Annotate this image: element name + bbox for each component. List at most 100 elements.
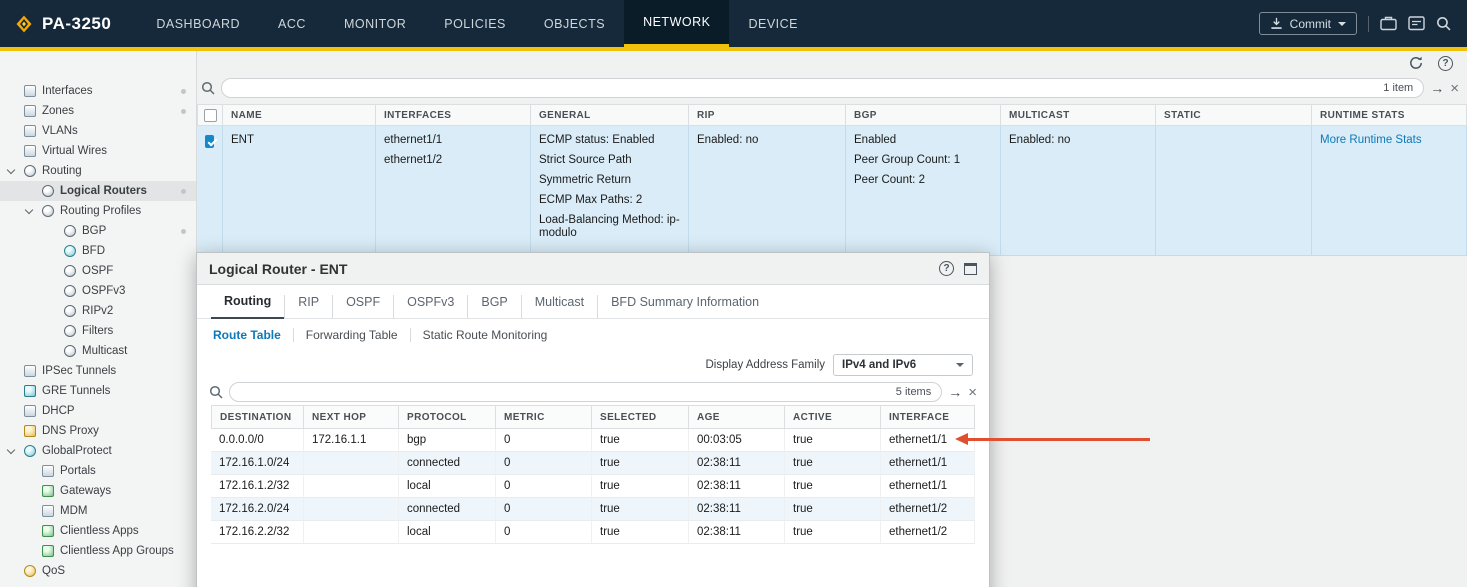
route-filter-input[interactable]: 5 items [229,382,942,402]
sidebar-item-routing[interactable]: Routing [0,161,196,181]
col-age[interactable]: AGE [689,405,785,429]
chevron-down-icon[interactable] [7,445,15,453]
filter-input[interactable]: 1 item [221,78,1424,98]
cell-selected: true [592,498,689,521]
sidebar-item-ipsec-tunnels[interactable]: IPSec Tunnels [0,361,196,381]
sidebar-item-dns-proxy[interactable]: DNS Proxy [0,421,196,441]
subtab-static-route-monitoring[interactable]: Static Route Monitoring [410,328,560,342]
nav-dashboard[interactable]: DASHBOARD [137,0,259,47]
row-select-cell[interactable] [197,126,223,256]
sidebar-item-clientless-apps[interactable]: Clientless Apps [0,521,196,541]
sidebar-item-vlans[interactable]: VLANs [0,121,196,141]
route-row[interactable]: 172.16.1.0/24 connected 0 true 02:38:11 … [211,452,975,475]
more-runtime-stats-link[interactable]: More Runtime Stats [1320,134,1422,146]
sidebar-item-gre-tunnels[interactable]: GRE Tunnels [0,381,196,401]
chevron-down-icon[interactable] [25,205,33,213]
table-row[interactable]: ENT ethernet1/1 ethernet1/2 ECMP status:… [197,126,1467,256]
apply-filter-icon[interactable] [948,385,962,399]
nav-acc[interactable]: ACC [259,0,325,47]
saved-configs-icon[interactable] [1408,16,1425,31]
cell-selected: true [592,475,689,498]
sidebar-item-virtual-wires[interactable]: Virtual Wires [0,141,196,161]
col-active[interactable]: ACTIVE [785,405,881,429]
col-rip[interactable]: RIP [689,104,846,126]
nav-policies[interactable]: POLICIES [425,0,525,47]
bgp-line: Peer Count: 2 [854,174,992,187]
help-icon[interactable] [1438,56,1453,71]
logical-routers-icon [42,185,54,197]
sidebar-item-portals[interactable]: Portals [0,461,196,481]
tab-bgp[interactable]: BGP [467,295,520,318]
col-interfaces[interactable]: INTERFACES [376,104,531,126]
dialog-maximize-icon[interactable] [964,263,977,275]
col-runtime-stats[interactable]: RUNTIME STATS [1312,104,1467,126]
tab-routing[interactable]: Routing [211,294,284,319]
sidebar-item-globalprotect[interactable]: GlobalProtect [0,441,196,461]
refresh-icon[interactable] [1408,55,1424,71]
sidebar-item-interfaces[interactable]: Interfaces [0,81,196,101]
sidebar-item-label: Filters [82,325,113,337]
sidebar-item-multicast[interactable]: Multicast [0,341,196,361]
bfd-icon [64,245,76,257]
nav-network[interactable]: NETWORK [624,0,729,47]
sidebar-item-zones[interactable]: Zones [0,101,196,121]
sidebar-item-routing-profiles[interactable]: Routing Profiles [0,201,196,221]
route-row[interactable]: 172.16.2.0/24 connected 0 true 02:38:11 … [211,498,975,521]
filters-icon [64,325,76,337]
clear-filter-icon[interactable] [1450,81,1459,96]
col-protocol[interactable]: PROTOCOL [399,405,496,429]
tab-bfd-summary[interactable]: BFD Summary Information [597,295,772,318]
dialog-help-icon[interactable] [939,261,954,276]
unsaved-dot [181,229,186,234]
search-icon[interactable] [1436,16,1451,31]
select-all-checkbox[interactable] [204,109,217,122]
route-row[interactable]: 172.16.2.2/32 local 0 true 02:38:11 true… [211,521,975,544]
tab-ospf[interactable]: OSPF [332,295,393,318]
nav-device[interactable]: DEVICE [729,0,817,47]
col-name[interactable]: NAME [223,104,376,126]
sidebar-item-ospfv3[interactable]: OSPFv3 [0,281,196,301]
col-next-hop[interactable]: NEXT HOP [304,405,399,429]
apply-filter-icon[interactable] [1430,81,1444,95]
sidebar-item-ripv2[interactable]: RIPv2 [0,301,196,321]
cell-static [1156,126,1312,256]
subtab-route-table[interactable]: Route Table [213,328,293,342]
sidebar-item-qos[interactable]: QoS [0,561,196,581]
sidebar-item-ospf[interactable]: OSPF [0,261,196,281]
sidebar-item-mdm[interactable]: MDM [0,501,196,521]
commit-button[interactable]: Commit [1259,12,1357,35]
col-destination[interactable]: DESTINATION [211,405,304,429]
tab-ospfv3[interactable]: OSPFv3 [393,295,467,318]
sidebar-item-dhcp[interactable]: DHCP [0,401,196,421]
cell-destination: 172.16.2.0/24 [211,498,304,521]
search-icon [209,385,223,399]
sidebar-item-label: Virtual Wires [42,145,107,157]
subtab-forwarding-table[interactable]: Forwarding Table [293,328,410,342]
sidebar-item-clientless-app-groups[interactable]: Clientless App Groups [0,541,196,561]
col-general[interactable]: GENERAL [531,104,689,126]
sidebar-item-gateways[interactable]: Gateways [0,481,196,501]
sidebar-item-bfd[interactable]: BFD [0,241,196,261]
tab-multicast[interactable]: Multicast [521,295,597,318]
sidebar-item-logical-routers[interactable]: Logical Routers [0,181,196,201]
clear-filter-icon[interactable] [968,385,977,400]
col-metric[interactable]: METRIC [496,405,592,429]
col-selected[interactable]: SELECTED [592,405,689,429]
sidebar-item-filters[interactable]: Filters [0,321,196,341]
select-all-cell[interactable] [197,104,223,126]
chevron-down-icon[interactable] [7,165,15,173]
tab-rip[interactable]: RIP [284,295,332,318]
address-family-select[interactable]: IPv4 and IPv6 [833,354,973,376]
col-static[interactable]: STATIC [1156,104,1312,126]
nav-objects[interactable]: OBJECTS [525,0,624,47]
sidebar-item-bgp[interactable]: BGP [0,221,196,241]
col-multicast[interactable]: MULTICAST [1001,104,1156,126]
route-row[interactable]: 172.16.1.2/32 local 0 true 02:38:11 true… [211,475,975,498]
task-manager-icon[interactable] [1380,16,1397,31]
col-interface[interactable]: INTERFACE [881,405,975,429]
nav-monitor[interactable]: MONITOR [325,0,425,47]
row-checkbox[interactable] [205,135,214,148]
interface-value: ethernet1/2 [384,154,522,167]
col-bgp[interactable]: BGP [846,104,1001,126]
route-row[interactable]: 0.0.0.0/0 172.16.1.1 bgp 0 true 00:03:05… [211,429,975,452]
